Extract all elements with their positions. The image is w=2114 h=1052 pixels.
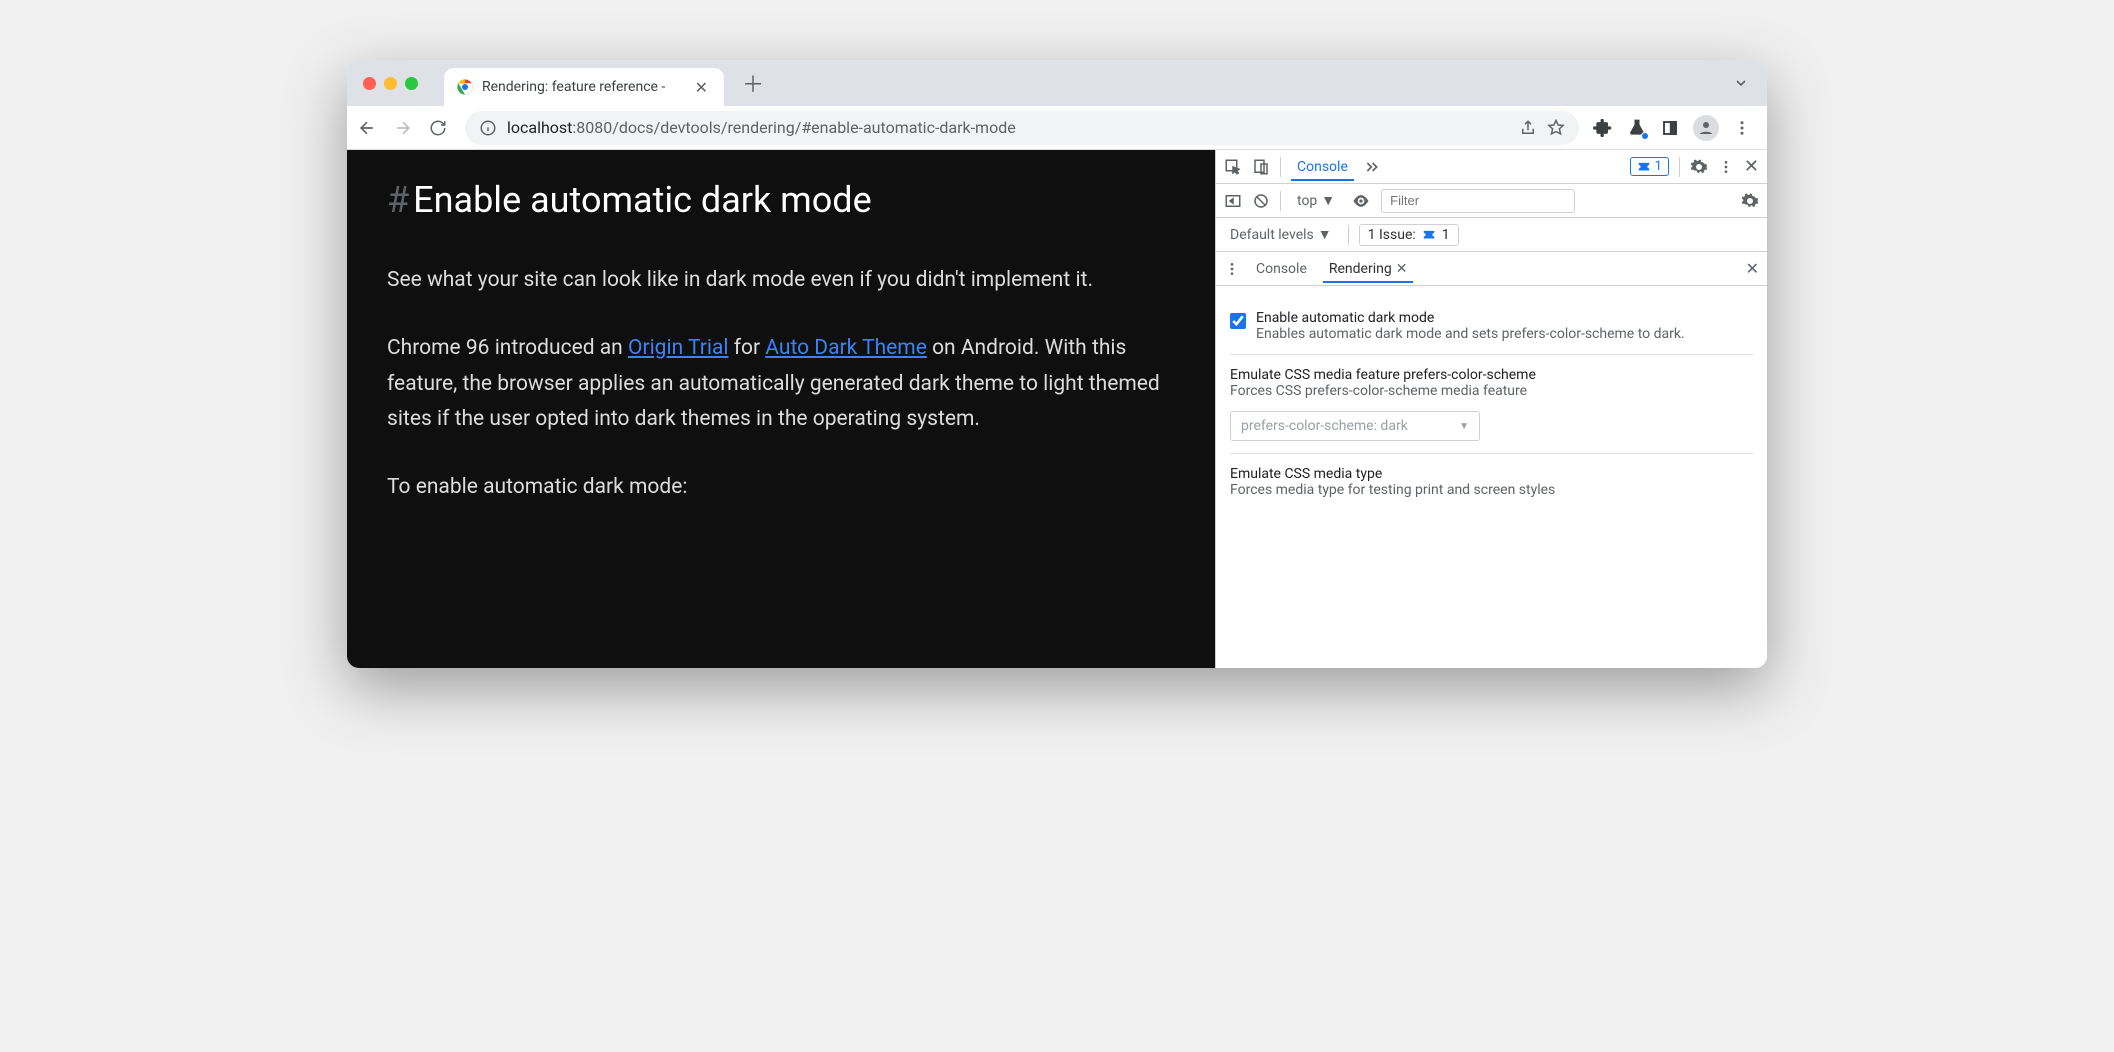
drawer-menu-icon[interactable]	[1224, 261, 1240, 277]
device-toggle-icon[interactable]	[1252, 158, 1270, 176]
toolbar: localhost:8080/docs/devtools/rendering/#…	[347, 106, 1767, 150]
badge-count: 1	[1655, 159, 1662, 174]
issues-count: 1	[1442, 227, 1450, 243]
page-heading: #Enable automatic dark mode	[387, 170, 1175, 231]
setting-description: Forces CSS prefers-color-scheme media fe…	[1230, 383, 1753, 399]
levels-label: Default levels	[1230, 227, 1314, 243]
log-levels-selector[interactable]: Default levels ▼	[1224, 220, 1338, 249]
browser-tab[interactable]: Rendering: feature reference - ✕	[444, 68, 724, 106]
setting-title: Emulate CSS media feature prefers-color-…	[1230, 367, 1753, 383]
console-sidebar-toggle-icon[interactable]	[1224, 192, 1242, 210]
auto-dark-theme-link[interactable]: Auto Dark Theme	[765, 336, 927, 360]
browser-window: Rendering: feature reference - ✕ ＋ local…	[347, 60, 1767, 668]
settings-gear-icon[interactable]	[1690, 158, 1708, 176]
clear-console-icon[interactable]	[1252, 192, 1270, 210]
p2-text-a: Chrome 96 introduced an	[387, 336, 628, 360]
setting-title: Emulate CSS media type	[1230, 466, 1753, 482]
toolbar-actions	[1587, 115, 1757, 141]
rendering-drawer: Enable automatic dark mode Enables autom…	[1216, 286, 1767, 522]
prefers-color-scheme-select[interactable]: prefers-color-scheme: dark ▼	[1230, 411, 1480, 441]
kebab-menu-icon[interactable]	[1718, 159, 1734, 175]
dropdown-caret-icon: ▼	[1318, 226, 1332, 243]
setting-title: Enable automatic dark mode	[1256, 310, 1685, 326]
drawer-tab-console[interactable]: Console	[1250, 255, 1313, 283]
drawer-tab-rendering[interactable]: Rendering ✕	[1323, 255, 1414, 283]
devtools-close-icon[interactable]: ✕	[1744, 156, 1759, 177]
devtools-panel: Console 1 ✕	[1215, 150, 1767, 668]
url-text: localhost:8080/docs/devtools/rendering/#…	[507, 118, 1509, 137]
page-paragraph-1: See what your site can look like in dark…	[387, 263, 1175, 299]
issues-indicator[interactable]: 1 Issue: 1	[1359, 224, 1459, 246]
p2-text-b: for	[728, 336, 765, 360]
setting-description: Forces media type for testing print and …	[1230, 482, 1753, 498]
setting-description: Enables automatic dark mode and sets pre…	[1256, 326, 1685, 342]
extensions-icon[interactable]	[1593, 118, 1613, 138]
share-icon[interactable]	[1519, 119, 1537, 137]
content-area: #Enable automatic dark mode See what you…	[347, 150, 1767, 668]
origin-trial-link[interactable]: Origin Trial	[628, 336, 728, 360]
tab-close-icon[interactable]: ✕	[1396, 261, 1408, 277]
enable-auto-dark-mode-checkbox[interactable]	[1230, 313, 1246, 329]
site-info-icon[interactable]	[479, 119, 497, 137]
chrome-favicon-icon	[456, 78, 474, 96]
inspect-element-icon[interactable]	[1224, 158, 1242, 176]
dropdown-caret-icon: ▼	[1459, 421, 1469, 432]
tabs-dropdown-icon[interactable]	[1733, 75, 1755, 91]
reload-button[interactable]	[429, 119, 457, 137]
drawer-tabs: Console Rendering ✕ ✕	[1216, 252, 1767, 286]
maximize-window-button[interactable]	[405, 77, 418, 90]
context-selector[interactable]: top ▼	[1291, 186, 1341, 215]
url-path: :8080/docs/devtools/rendering/#enable-au…	[572, 118, 1015, 137]
separator	[1348, 225, 1349, 245]
close-window-button[interactable]	[363, 77, 376, 90]
drawer-tab-rendering-label: Rendering	[1329, 261, 1392, 277]
forward-button[interactable]	[393, 118, 421, 138]
live-expression-icon[interactable]	[1351, 191, 1371, 211]
page-paragraph-3: To enable automatic dark mode:	[387, 470, 1175, 506]
heading-text: Enable automatic dark mode	[413, 179, 872, 221]
omnibox[interactable]: localhost:8080/docs/devtools/rendering/#…	[465, 111, 1579, 145]
console-toolbar: top ▼	[1216, 184, 1767, 218]
url-host: localhost	[507, 118, 572, 137]
context-label: top	[1297, 193, 1317, 209]
titlebar: Rendering: feature reference - ✕ ＋	[347, 60, 1767, 106]
devtools-main-tabs: Console 1 ✕	[1216, 150, 1767, 184]
select-value: prefers-color-scheme: dark	[1241, 418, 1408, 434]
setting-enable-auto-dark-mode: Enable automatic dark mode Enables autom…	[1230, 298, 1753, 355]
tab-close-button[interactable]: ✕	[691, 78, 712, 97]
issues-label: 1 Issue:	[1368, 227, 1416, 243]
separator	[1280, 157, 1281, 177]
filter-input[interactable]	[1381, 189, 1575, 213]
menu-icon[interactable]	[1733, 119, 1751, 137]
separator	[1280, 191, 1281, 211]
page-content: #Enable automatic dark mode See what you…	[347, 150, 1215, 668]
separator	[1679, 157, 1680, 177]
heading-hash-icon: #	[387, 179, 409, 221]
setting-emulate-media-type: Emulate CSS media type Forces media type…	[1230, 454, 1753, 510]
profile-avatar[interactable]	[1693, 115, 1719, 141]
bookmark-icon[interactable]	[1547, 119, 1565, 137]
back-button[interactable]	[357, 118, 385, 138]
drawer-close-icon[interactable]: ✕	[1746, 259, 1759, 278]
minimize-window-button[interactable]	[384, 77, 397, 90]
new-tab-button[interactable]: ＋	[732, 67, 774, 99]
reading-list-icon[interactable]	[1661, 119, 1679, 137]
window-controls	[363, 77, 418, 90]
issues-badge[interactable]: 1	[1630, 157, 1669, 176]
more-tabs-icon[interactable]	[1364, 159, 1380, 175]
tab-title: Rendering: feature reference -	[482, 79, 683, 95]
tab-console[interactable]: Console	[1291, 153, 1354, 181]
dropdown-caret-icon: ▼	[1321, 192, 1335, 209]
console-settings-gear-icon[interactable]	[1741, 192, 1759, 210]
page-paragraph-2: Chrome 96 introduced an Origin Trial for…	[387, 331, 1175, 438]
console-filter-row: Default levels ▼ 1 Issue: 1	[1216, 218, 1767, 252]
labs-icon[interactable]	[1627, 118, 1647, 138]
setting-emulate-prefers-color-scheme: Emulate CSS media feature prefers-color-…	[1230, 355, 1753, 454]
